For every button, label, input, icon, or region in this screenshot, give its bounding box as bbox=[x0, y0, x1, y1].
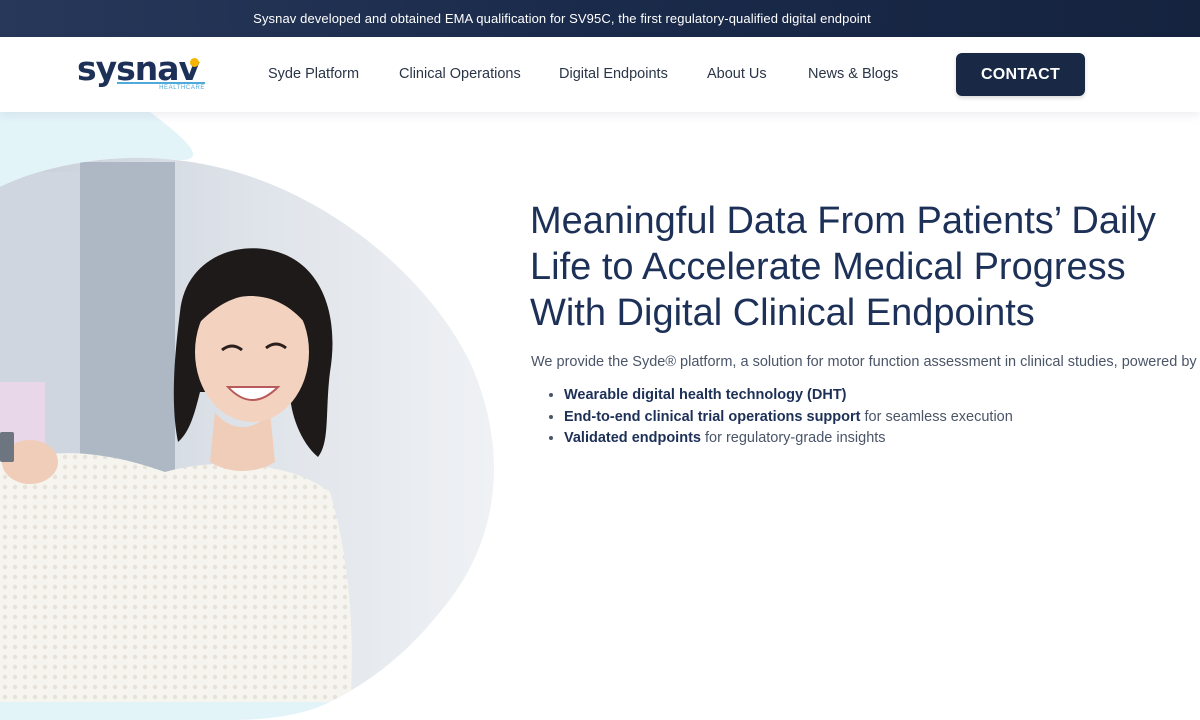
list-item: End-to-end clinical trial operations sup… bbox=[564, 407, 1013, 429]
hero-section: Meaningful Data From Patients’ Daily Lif… bbox=[0, 112, 1200, 720]
hero-title: Meaningful Data From Patients’ Daily Lif… bbox=[530, 198, 1200, 336]
logo-wordmark: sysnav bbox=[77, 49, 200, 88]
list-item: Wearable digital health technology (DHT) bbox=[564, 385, 1013, 407]
nav-item-about-us[interactable]: About Us bbox=[707, 66, 767, 82]
list-item: Validated endpoints for regulatory-grade… bbox=[564, 428, 1013, 450]
hero-title-line: Life to Accelerate Medical Progress bbox=[530, 246, 1126, 288]
announcement-bar[interactable]: Sysnav developed and obtained EMA qualif… bbox=[0, 0, 1200, 37]
bullet-bold: End-to-end clinical trial operations sup… bbox=[564, 408, 861, 425]
nav-item-clinical-operations[interactable]: Clinical Operations bbox=[399, 66, 521, 82]
hero-image-blob bbox=[0, 112, 520, 720]
logo-subtitle: HEALTHCARE bbox=[117, 82, 205, 93]
bullet-rest: for regulatory-grade insights bbox=[700, 430, 886, 446]
sysnav-logo[interactable]: sysnav HEALTHCARE bbox=[77, 52, 217, 102]
hero-title-line: With Digital Clinical Endpoints bbox=[530, 292, 1035, 334]
logo-dot-icon bbox=[190, 58, 199, 67]
site-header: sysnav HEALTHCARE Syde Platform Clinical… bbox=[0, 37, 1200, 112]
hero-feature-list: Wearable digital health technology (DHT)… bbox=[531, 385, 1013, 450]
bullet-bold: Validated endpoints bbox=[564, 430, 701, 446]
announcement-text[interactable]: Sysnav developed and obtained EMA qualif… bbox=[253, 11, 871, 26]
contact-button[interactable]: CONTACT bbox=[956, 53, 1085, 96]
hero-title-line: Meaningful Data From Patients’ Daily bbox=[530, 200, 1156, 242]
hero-description: We provide the Syde® platform, a solutio… bbox=[531, 354, 1197, 370]
bullet-bold: Wearable digital health technology (DHT) bbox=[564, 387, 847, 403]
nav-item-digital-endpoints[interactable]: Digital Endpoints bbox=[559, 66, 668, 82]
nav-item-syde-platform[interactable]: Syde Platform bbox=[268, 66, 359, 82]
nav-item-news-blogs[interactable]: News & Blogs bbox=[808, 66, 898, 82]
bullet-rest: for seamless execution bbox=[860, 408, 1013, 425]
